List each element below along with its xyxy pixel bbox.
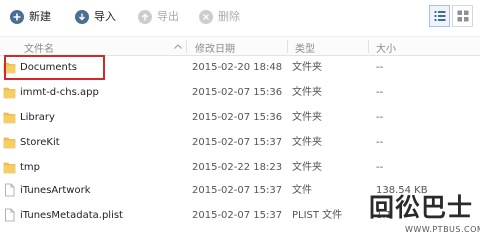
folder-icon xyxy=(3,87,16,99)
file-date: 2015-02-20 18:48 xyxy=(192,62,283,73)
grid-view-button[interactable] xyxy=(452,5,473,27)
file-name: iTunesArtwork xyxy=(20,185,91,196)
delete-button[interactable]: 删除 xyxy=(199,7,240,27)
file-icon xyxy=(5,208,15,222)
folder-icon xyxy=(3,162,16,174)
export-arrow-icon xyxy=(138,10,152,24)
column-size-header[interactable]: 大小 xyxy=(376,40,396,55)
column-header: 文件名 修改日期 类型 大小 xyxy=(0,36,480,56)
column-separator[interactable] xyxy=(186,40,187,53)
file-icon xyxy=(5,183,15,197)
new-button-label: 新建 xyxy=(29,10,51,23)
file-row[interactable]: tmp 2015-02-22 18:23 文件夹 -- xyxy=(0,157,480,178)
export-button[interactable]: 导出 xyxy=(138,7,179,27)
file-date: 2015-02-07 15:37 xyxy=(192,210,283,221)
column-name-header[interactable]: 文件名 xyxy=(24,40,54,55)
export-button-label: 导出 xyxy=(157,10,179,23)
file-row[interactable]: Library 2015-02-07 15:36 文件夹 -- xyxy=(0,107,480,128)
new-button[interactable]: 新建 xyxy=(10,7,51,27)
import-button-label: 导入 xyxy=(94,10,116,23)
import-button[interactable]: 导入 xyxy=(75,7,116,27)
file-type: 文件夹 xyxy=(292,87,322,98)
file-date: 2015-02-07 15:36 xyxy=(192,112,283,123)
delete-x-icon xyxy=(199,10,213,24)
watermark-logo: 回彸巴士 WWW.PTBUS.COM xyxy=(367,193,480,239)
file-size: -- xyxy=(376,62,384,73)
folder-icon xyxy=(3,112,16,124)
grid-view-icon xyxy=(457,10,468,22)
file-type: 文件夹 xyxy=(292,137,322,148)
file-name: iTunesMetadata.plist xyxy=(20,210,123,221)
column-date-header[interactable]: 修改日期 xyxy=(195,40,235,55)
file-size: -- xyxy=(376,162,384,173)
file-name: StoreKit xyxy=(20,137,60,148)
column-separator[interactable] xyxy=(368,40,369,53)
file-row[interactable]: StoreKit 2015-02-07 15:37 文件夹 -- xyxy=(0,132,480,153)
import-arrow-icon xyxy=(75,10,89,24)
column-type-header[interactable]: 类型 xyxy=(295,40,315,55)
file-date: 2015-02-07 15:36 xyxy=(192,87,283,98)
file-name: Library xyxy=(20,112,55,123)
file-date: 2015-02-07 15:37 xyxy=(192,185,283,196)
file-date: 2015-02-22 18:23 xyxy=(192,162,283,173)
file-type: 文件夹 xyxy=(292,112,322,123)
delete-button-label: 删除 xyxy=(218,10,240,23)
list-view-icon xyxy=(434,11,445,21)
sort-up-icon xyxy=(174,44,182,49)
file-name: tmp xyxy=(20,162,41,173)
plus-icon xyxy=(10,10,24,24)
toolbar: 新建 导入 导出 删除 xyxy=(0,0,480,34)
file-row[interactable]: immt-d-chs.app 2015-02-07 15:36 文件夹 -- xyxy=(0,82,480,103)
file-name: immt-d-chs.app xyxy=(20,87,99,98)
file-size: -- xyxy=(376,137,384,148)
highlight-box xyxy=(4,55,105,80)
column-separator[interactable] xyxy=(287,40,288,53)
file-type: 文件夹 xyxy=(292,162,322,173)
list-view-button[interactable] xyxy=(429,5,450,27)
file-type: PLIST 文件 xyxy=(292,210,343,221)
file-size: -- xyxy=(376,87,384,98)
file-type: 文件夹 xyxy=(292,62,322,73)
file-size: -- xyxy=(376,112,384,123)
file-type: 文件 xyxy=(292,185,312,196)
watermark-text: 回彸巴士 xyxy=(369,193,474,222)
watermark-url: WWW.PTBUS.COM xyxy=(405,225,480,234)
file-date: 2015-02-07 15:37 xyxy=(192,137,283,148)
folder-icon xyxy=(3,137,16,149)
